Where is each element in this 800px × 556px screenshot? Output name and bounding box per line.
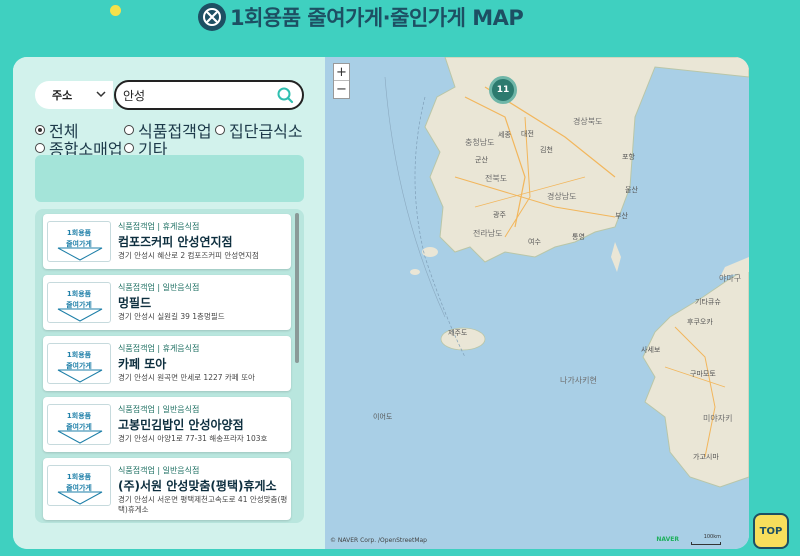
- store-address: 경기 안성시 아양1로 77-31 해송프라자 103호: [118, 434, 268, 443]
- thumb-text: 1회용품: [66, 229, 92, 237]
- radio-group-catering[interactable]: 집단급식소: [215, 118, 303, 142]
- map-label: 사세보: [641, 346, 661, 354]
- map-label: 전라남도: [473, 229, 503, 238]
- map-label: 기타큐슈: [695, 298, 721, 306]
- naver-logo: NAVER: [656, 536, 679, 543]
- thumb-text: 1회용품: [66, 290, 92, 298]
- list-item[interactable]: 1회용품 줄여가게 식품접객업 | 일반음식점 멍필드 경기 안성시 실원길 3…: [43, 275, 291, 330]
- map-scale-bar: [691, 542, 721, 545]
- map-label: 이어도: [373, 413, 393, 421]
- search-field: [114, 80, 304, 110]
- zoom-out-button[interactable]: −: [334, 81, 349, 98]
- map-label: 나가사키현: [560, 376, 597, 385]
- map-label: 가고시마: [693, 453, 719, 461]
- store-name: 멍필드: [118, 296, 152, 310]
- map-view[interactable]: + − 11 경상북도 충청남도 세종 대전 군산 전북도 김천 포항 울산 경…: [325, 57, 749, 549]
- thumb-text: 줄여가게: [66, 240, 92, 248]
- thumb-text: 줄여가게: [66, 484, 92, 492]
- map-label: 후쿠오카: [687, 318, 713, 326]
- list-item[interactable]: 1회용품 줄여가게 식품접객업 | 일반음식점 고봉민김밥인 안성아양점 경기 …: [43, 397, 291, 452]
- search-type-value: 주소: [52, 89, 73, 102]
- store-category: 식품접객업 | 일반음식점: [118, 466, 200, 475]
- page-header: 1회용품 줄여가게·줄인가게 MAP: [198, 2, 524, 32]
- search-panel: 주소 전체 식품접객업 집단급식소: [13, 57, 325, 549]
- store-category: 식품접객업 | 휴게음식점: [118, 222, 200, 231]
- map-label: 부산: [615, 212, 628, 220]
- map-copyright: © NAVER Corp. /OpenStreetMap: [330, 537, 427, 544]
- map-label: 여수: [528, 238, 541, 246]
- radio-dot: [124, 143, 134, 153]
- map-label: 경상남도: [547, 192, 577, 201]
- map-label: 김천: [540, 146, 553, 154]
- list-item[interactable]: 1회용품 줄여가게 식품접객업 | 휴게음식점 카페 또아 경기 안성시 원곡면…: [43, 336, 291, 391]
- result-list[interactable]: 1회용품 줄여가게 식품접객업 | 휴게음식점 컴포즈커피 안성연지점 경기 안…: [35, 209, 304, 523]
- store-thumbnail: 1회용품 줄여가게: [47, 221, 111, 262]
- map-label: 광주: [493, 211, 506, 219]
- map-terrain: [384, 57, 749, 488]
- decorative-dot: [110, 5, 121, 16]
- map-label: 세종: [498, 131, 511, 139]
- map-label: 울산: [625, 186, 638, 194]
- top-button[interactable]: TOP: [753, 513, 789, 549]
- info-box: [35, 155, 304, 202]
- list-scrollbar[interactable]: [295, 213, 299, 363]
- main-panel: 주소 전체 식품접객업 집단급식소: [13, 57, 749, 549]
- store-address: 경기 안성시 원곡면 만세로 1227 카페 또아: [118, 373, 255, 382]
- map-label: 군산: [475, 156, 488, 164]
- no-disposable-logo-icon: [198, 3, 226, 31]
- store-address: 경기 안성시 실원길 39 1층멍필드: [118, 312, 225, 321]
- map-label: 전북도: [485, 174, 508, 183]
- radio-dot: [35, 143, 45, 153]
- page-title: 1회용품 줄여가게·줄인가게 MAP: [230, 6, 524, 30]
- map-label: 야마구: [719, 274, 742, 283]
- map-label: 제주도: [448, 329, 468, 337]
- store-category: 식품접객업 | 일반음식점: [118, 283, 200, 292]
- search-icon[interactable]: [277, 87, 294, 104]
- thumb-text: 1회용품: [66, 412, 92, 420]
- store-thumbnail: 1회용품 줄여가게: [47, 465, 111, 506]
- radio-dot: [35, 125, 45, 135]
- map-label: 통영: [572, 233, 585, 241]
- zoom-control: + −: [333, 63, 350, 99]
- map-label: 경상북도: [573, 117, 603, 126]
- search-type-select[interactable]: 주소: [35, 81, 113, 109]
- store-address: 경기 안성시 혜산로 2 컴포즈커피 안성연지점: [118, 251, 259, 260]
- store-name: 카페 또아: [118, 357, 167, 371]
- thumb-text: 1회용품: [66, 351, 92, 359]
- thumb-text: 줄여가게: [66, 362, 92, 370]
- store-name: 컴포즈커피 안성연지점: [118, 235, 233, 249]
- map-label: 구마모토: [690, 370, 716, 378]
- map-label: 미야자키: [703, 414, 733, 423]
- thumb-text: 1회용품: [66, 473, 92, 481]
- radio-dot: [124, 125, 134, 135]
- map-label: 충청남도: [465, 138, 495, 147]
- store-thumbnail: 1회용품 줄여가게: [47, 404, 111, 445]
- thumb-text: 줄여가게: [66, 423, 92, 431]
- store-name: 고봉민김밥인 안성아양점: [118, 418, 244, 432]
- zoom-in-button[interactable]: +: [334, 64, 349, 81]
- radio-dot: [215, 125, 225, 135]
- thumb-text: 줄여가게: [66, 301, 92, 309]
- store-category: 식품접객업 | 휴게음식점: [118, 344, 200, 353]
- store-category: 식품접객업 | 일반음식점: [118, 405, 200, 414]
- chevron-down-icon: [96, 91, 106, 98]
- store-address: 경기 안성시 서운면 평택제천고속도로 41 안성맞춤(평택)휴게소: [118, 495, 288, 514]
- map-cluster-marker[interactable]: 11: [489, 76, 517, 104]
- list-item[interactable]: 1회용품 줄여가게 식품접객업 | 휴게음식점 컴포즈커피 안성연지점 경기 안…: [43, 214, 291, 269]
- radio-label: 집단급식소: [229, 122, 303, 141]
- map-label: 포항: [622, 153, 635, 161]
- store-name: (주)서원 안성맞춤(평택)휴게소: [118, 479, 277, 493]
- map-label: 대전: [521, 130, 534, 138]
- list-item[interactable]: 1회용품 줄여가게 식품접객업 | 일반음식점 (주)서원 안성맞춤(평택)휴게…: [43, 458, 291, 520]
- map-scale-label: 100km: [703, 534, 721, 540]
- store-thumbnail: 1회용품 줄여가게: [47, 282, 111, 323]
- search-input[interactable]: [123, 88, 273, 102]
- store-thumbnail: 1회용품 줄여가게: [47, 343, 111, 384]
